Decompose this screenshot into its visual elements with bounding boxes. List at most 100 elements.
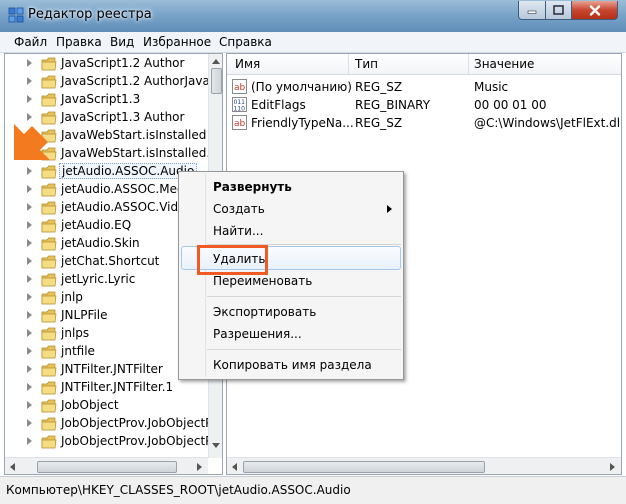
expand-arrow-icon[interactable]	[27, 167, 32, 175]
cell-value: Music	[474, 80, 509, 94]
window-title: Редактор реестра	[28, 7, 152, 22]
expand-arrow-icon[interactable]	[27, 329, 32, 337]
cell-type: REG_SZ	[355, 80, 403, 94]
expand-arrow-icon[interactable]	[27, 221, 32, 229]
list-row[interactable]: ab FriendlyTypeNa... REG_SZ @C:\Windows\Jet…	[227, 114, 622, 132]
tree-item[interactable]: JavaScript1.2 AuthorJavaSc	[5, 73, 208, 91]
registry-editor-window: Редактор реестра Файл Правка Вид Избранн…	[0, 0, 626, 504]
context-item-export[interactable]: Экспортировать	[213, 305, 316, 319]
scroll-left-arrow-icon[interactable]	[9, 463, 15, 471]
column-header-value[interactable]: Значение	[474, 57, 534, 71]
expand-arrow-icon[interactable]	[27, 311, 32, 319]
scroll-right-arrow-icon[interactable]	[197, 463, 203, 471]
menu-edit[interactable]: Правка	[56, 35, 102, 49]
submenu-arrow-icon	[387, 205, 392, 213]
menu-view[interactable]: Вид	[110, 35, 134, 49]
column-separator[interactable]	[348, 54, 349, 74]
expand-arrow-icon[interactable]	[27, 365, 32, 373]
minimize-button[interactable]	[518, 1, 546, 20]
folder-icon	[41, 309, 57, 323]
highlight-box	[197, 245, 268, 275]
context-item-new[interactable]: Создать	[213, 202, 265, 216]
context-item-permissions[interactable]: Разрешения...	[213, 327, 302, 341]
cell-value: @C:\Windows\JetFlExt.dll,-	[474, 116, 622, 130]
menu-file[interactable]: Файл	[14, 35, 47, 49]
folder-icon	[41, 237, 57, 251]
title-bar[interactable]: Редактор реестра	[0, 0, 626, 32]
expand-arrow-icon[interactable]	[27, 401, 32, 409]
tree-item-label: jetAudio.ASSOC.Medi	[61, 182, 188, 196]
column-header-name[interactable]: Имя	[235, 57, 260, 71]
tree-item-label: jetAudio.Skin	[61, 236, 140, 250]
maximize-button[interactable]	[545, 1, 572, 20]
tree-item-label: JavaScript1.2 AuthorJavaSc	[61, 74, 208, 88]
tree-hscroll-thumb[interactable]	[37, 461, 177, 473]
minimize-icon	[527, 10, 537, 14]
expand-arrow-icon[interactable]	[27, 95, 32, 103]
tree-item-label: jntfile	[61, 344, 95, 358]
close-button[interactable]	[571, 1, 618, 20]
tree-scroll-thumb[interactable]	[211, 68, 222, 94]
scroll-down-arrow-icon[interactable]	[212, 443, 220, 449]
expand-arrow-icon[interactable]	[27, 59, 32, 67]
tree-item[interactable]: JavaScript1.3	[5, 91, 208, 109]
tree-item-label: JavaScript1.3	[61, 92, 141, 106]
tree-item[interactable]: JNTFilter.JNTFilter.1	[5, 379, 208, 397]
folder-icon	[41, 363, 57, 377]
tree-item[interactable]: JobObjectProv.JobObjectP	[5, 433, 208, 451]
tree-item[interactable]: JobObjectProv.JobObjectP	[5, 415, 208, 433]
expand-arrow-icon[interactable]	[27, 293, 32, 301]
list-hscroll-thumb[interactable]	[243, 461, 485, 473]
expand-arrow-icon[interactable]	[27, 347, 32, 355]
folder-icon	[41, 75, 57, 89]
expand-arrow-icon[interactable]	[27, 437, 32, 445]
cell-name: EditFlags	[251, 98, 306, 112]
folder-icon	[41, 201, 57, 215]
list-header: Имя Тип Значение	[227, 54, 621, 75]
tree-item-label: jetAudio.ASSOC.Video	[61, 200, 193, 214]
tree-item[interactable]: JobObject	[5, 397, 208, 415]
expand-arrow-icon[interactable]	[27, 203, 32, 211]
expand-arrow-icon[interactable]	[27, 257, 32, 265]
binary-value-icon: 011110	[232, 97, 247, 113]
list-row[interactable]: ab (По умолчанию) REG_SZ Music	[227, 78, 621, 96]
list-horizontal-scrollbar[interactable]	[227, 457, 621, 474]
status-path: Компьютер\HKEY_CLASSES_ROOT\jetAudio.ASS…	[6, 483, 351, 497]
scroll-left-arrow-icon[interactable]	[231, 463, 237, 471]
column-separator[interactable]	[468, 54, 469, 74]
folder-icon	[41, 93, 57, 107]
list-row[interactable]: 011 110 EditFlags REG_BINARY 00 00 01 00	[227, 96, 621, 114]
column-header-type[interactable]: Тип	[355, 57, 378, 71]
tree-item-label: JavaScript1.2 Author	[61, 56, 185, 70]
scroll-up-arrow-icon[interactable]	[212, 58, 220, 64]
svg-text:110: 110	[234, 106, 246, 113]
expand-arrow-icon[interactable]	[27, 275, 32, 283]
tree-horizontal-scrollbar[interactable]	[5, 457, 208, 474]
folder-icon	[41, 435, 57, 449]
expand-arrow-icon[interactable]	[27, 77, 32, 85]
expand-arrow-icon[interactable]	[27, 239, 32, 247]
context-menu-separator	[207, 349, 401, 350]
folder-icon	[41, 273, 57, 287]
scroll-right-arrow-icon[interactable]	[610, 463, 616, 471]
expand-arrow-icon[interactable]	[27, 419, 32, 427]
tree-item-label: JNTFilter.JNTFilter.1	[61, 380, 174, 394]
tree-item-label: jetChat.Shortcut	[61, 254, 160, 268]
context-item-rename[interactable]: Переименовать	[213, 274, 312, 288]
folder-icon	[41, 57, 57, 71]
tree-item[interactable]: JavaScript1.2 Author	[5, 55, 208, 73]
tree-item-label: JobObjectProv.JobObjectP	[61, 434, 208, 448]
expand-arrow-icon[interactable]	[27, 383, 32, 391]
expand-arrow-icon[interactable]	[27, 185, 32, 193]
menu-help[interactable]: Справка	[219, 35, 272, 49]
tree-item-label: jetAudio.EQ	[61, 218, 132, 232]
tree-item-label: JobObject	[61, 398, 119, 412]
context-item-find[interactable]: Найти...	[213, 224, 263, 238]
pointer-arrow-icon	[14, 124, 50, 160]
menu-favorites[interactable]: Избранное	[143, 35, 211, 49]
context-item-expand[interactable]: Развернуть	[213, 180, 292, 194]
folder-icon	[41, 381, 57, 395]
folder-icon	[41, 255, 57, 269]
svg-text:ab: ab	[234, 119, 246, 129]
context-item-copy-key-name[interactable]: Копировать имя раздела	[213, 358, 372, 372]
